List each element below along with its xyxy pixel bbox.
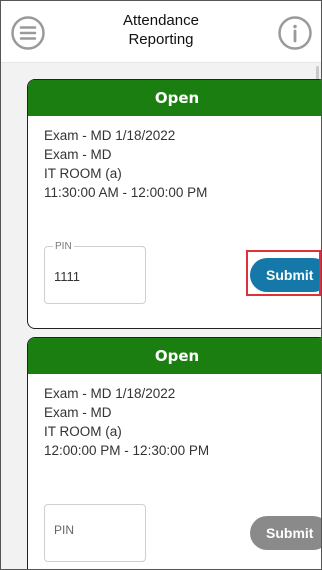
page-title-line2: Reporting xyxy=(128,31,194,48)
session-details: Exam - MD 1/18/2022 Exam - MD IT ROOM (a… xyxy=(28,374,321,460)
session-details: Exam - MD 1/18/2022 Exam - MD IT ROOM (a… xyxy=(28,116,321,202)
page-title-line1: Attendance xyxy=(123,12,199,29)
status-banner: Open xyxy=(28,80,321,116)
session-title: Exam - MD 1/18/2022 xyxy=(44,128,176,143)
session-course: Exam - MD xyxy=(44,147,112,162)
pin-label: PIN xyxy=(53,241,74,252)
session-time: 12:00:00 PM - 12:30:00 PM xyxy=(44,443,210,458)
info-button[interactable] xyxy=(277,15,313,51)
pin-placeholder: PIN xyxy=(54,523,75,537)
session-list[interactable]: Open Exam - MD 1/18/2022 Exam - MD IT RO… xyxy=(1,64,321,569)
info-icon xyxy=(278,16,312,50)
pin-input[interactable]: PIN xyxy=(44,504,146,562)
status-banner: Open xyxy=(28,338,321,374)
session-title: Exam - MD 1/18/2022 xyxy=(44,386,176,401)
submit-button-disabled[interactable]: Submit xyxy=(250,516,321,550)
session-card: Open Exam - MD 1/18/2022 Exam - MD IT RO… xyxy=(27,79,321,329)
app-frame: Attendance Reporting Open Exam - MD 1/18… xyxy=(0,0,322,570)
app-header: Attendance Reporting xyxy=(1,1,321,63)
pin-value: 1111 xyxy=(54,269,81,284)
session-card: Open Exam - MD 1/18/2022 Exam - MD IT RO… xyxy=(27,337,321,569)
session-course: Exam - MD xyxy=(44,405,112,420)
page-title: Attendance Reporting xyxy=(1,11,321,49)
pin-input[interactable]: PIN 1111 xyxy=(44,241,146,304)
session-time: 11:30:00 AM - 12:00:00 PM xyxy=(44,185,208,200)
session-room: IT ROOM (a) xyxy=(44,166,122,181)
submit-button[interactable]: Submit xyxy=(250,258,321,292)
session-room: IT ROOM (a) xyxy=(44,424,122,439)
